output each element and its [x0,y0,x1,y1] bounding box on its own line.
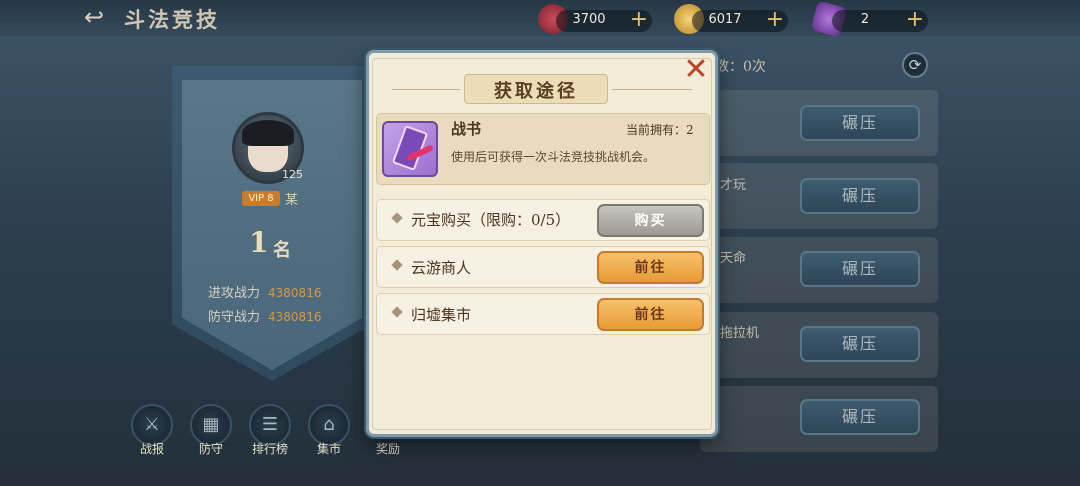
add-scroll-button[interactable]: + [906,9,924,31]
nav-label-defense: 防守 [198,442,223,456]
source-label: 归墟集市 [411,306,472,324]
goto-merchant-button[interactable]: 前往 [597,251,704,284]
close-icon[interactable]: ✕ [680,54,712,86]
goto-market-button[interactable]: 前往 [597,298,704,331]
item-name: 战书 [451,120,482,138]
back-arrow-icon[interactable]: ↩ [84,4,118,30]
page-title: 斗法竞技 [124,7,220,32]
refresh-icon[interactable]: ⟳ [902,52,928,78]
player-level: 125 [282,168,303,181]
add-gold-button[interactable]: + [766,9,784,31]
crush-button[interactable]: 碾压 [800,178,920,214]
crush-button[interactable]: 碾压 [800,399,920,435]
source-label: 云游商人 [411,259,472,277]
opponent-name: 拖拉机 [720,326,760,341]
opponent-name: 天命 [720,251,747,266]
title-divider-left [392,89,460,90]
resource-value: 3700 [572,12,606,27]
defense-label: 防守战力 [208,310,261,325]
resource-gold: 6017 + [692,9,788,32]
defense-value: 4380816 [268,310,322,324]
add-medal-button[interactable]: + [630,9,648,31]
item-description: 使用后可获得一次斗法竞技挑战机会。 [451,150,656,164]
resource-scroll: 2 + [832,9,928,32]
item-owned-count: 当前拥有：2 [626,123,694,137]
nav-label-market: 集市 [316,442,341,456]
rank-unit: 名 [273,240,291,261]
attack-label: 进攻战力 [208,286,261,301]
player-name: 某 [285,193,299,208]
crush-button[interactable]: 碾压 [800,251,920,287]
defense-power: 防守战力 4380816 [208,306,321,325]
bullet-diamond-icon [391,259,403,271]
resource-medal: 3700 + [556,9,652,32]
resource-value: 2 [860,12,870,27]
opponent-name: 才玩 [720,178,747,193]
buy-button[interactable]: 购买 [597,204,704,237]
source-label: 元宝购买（限购：0/5） [411,211,571,229]
modal-title: 获取途径 [494,81,578,102]
attack-power: 进攻战力 4380816 [208,282,321,301]
rank-number: 1 [249,226,269,259]
vip-badge: VIP 8 [242,191,280,206]
crush-button[interactable]: 碾压 [800,105,920,141]
avatar-hair [242,120,294,146]
attack-value: 4380816 [268,286,322,300]
bullet-diamond-icon [391,306,403,318]
title-divider-right [612,89,692,90]
crush-button[interactable]: 碾压 [800,326,920,362]
resource-value: 6017 [708,12,742,27]
nav-label-reward: 奖励 [375,442,400,456]
bullet-diamond-icon [391,212,403,224]
nav-label-battle-report: 战报 [139,442,164,456]
challenge-count: 数：0次 [715,59,766,75]
nav-label-leaderboard: 排行榜 [251,442,288,456]
